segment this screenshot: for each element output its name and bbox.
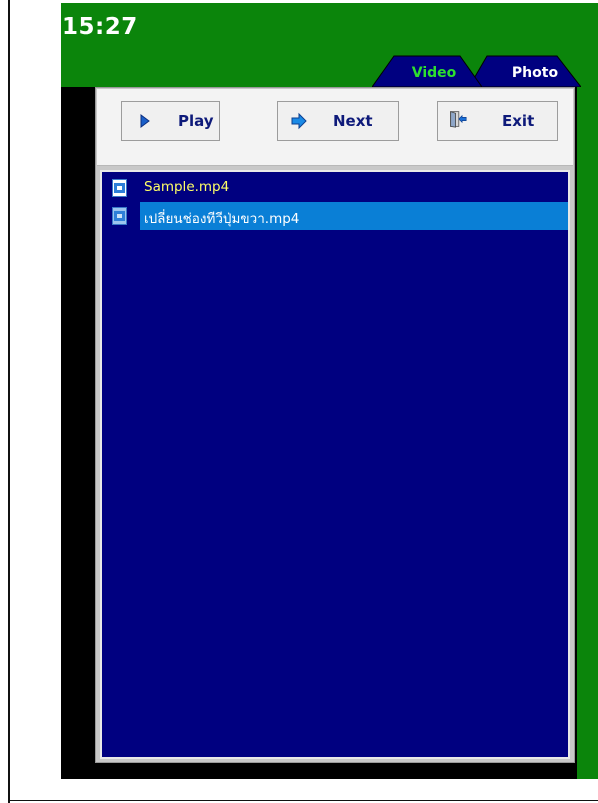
video-file-icon xyxy=(112,179,127,197)
tab-video-label: Video xyxy=(411,65,457,81)
next-arrow-icon xyxy=(291,112,307,130)
left-border xyxy=(8,0,10,803)
list-item[interactable]: Sample.mp4 xyxy=(104,174,566,202)
main-panel: Play Next Exit Sample.mp4 เปลี่ยนช่องทีว… xyxy=(95,87,575,763)
clock: 15:27 xyxy=(62,14,138,40)
file-list[interactable]: Sample.mp4 เปลี่ยนช่องทีวีปุ่มขวา.mp4 xyxy=(100,170,570,759)
exit-button[interactable]: Exit xyxy=(437,101,558,141)
file-name: Sample.mp4 xyxy=(144,179,230,195)
right-green-strip xyxy=(577,87,598,779)
list-item-selected[interactable]: เปลี่ยนช่องทีวีปุ่มขวา.mp4 xyxy=(104,202,568,230)
play-label: Play xyxy=(178,112,214,130)
video-file-icon xyxy=(112,207,127,225)
player-screen: 15:27 Photo Video Play Next Exit Sample.… xyxy=(61,3,598,779)
play-triangle-icon xyxy=(140,114,150,128)
tab-photo[interactable]: Photo xyxy=(469,54,581,87)
next-label: Next xyxy=(333,112,373,130)
toolbar: Play Next Exit xyxy=(97,89,573,166)
exit-door-icon xyxy=(450,111,467,128)
tab-video[interactable]: Video xyxy=(372,54,482,87)
exit-label: Exit xyxy=(502,112,535,130)
bottom-border xyxy=(8,800,598,801)
file-name: เปลี่ยนช่องทีวีปุ่มขวา.mp4 xyxy=(144,211,300,227)
play-button[interactable]: Play xyxy=(121,101,220,141)
tab-photo-label: Photo xyxy=(511,65,559,81)
next-button[interactable]: Next xyxy=(277,101,399,141)
